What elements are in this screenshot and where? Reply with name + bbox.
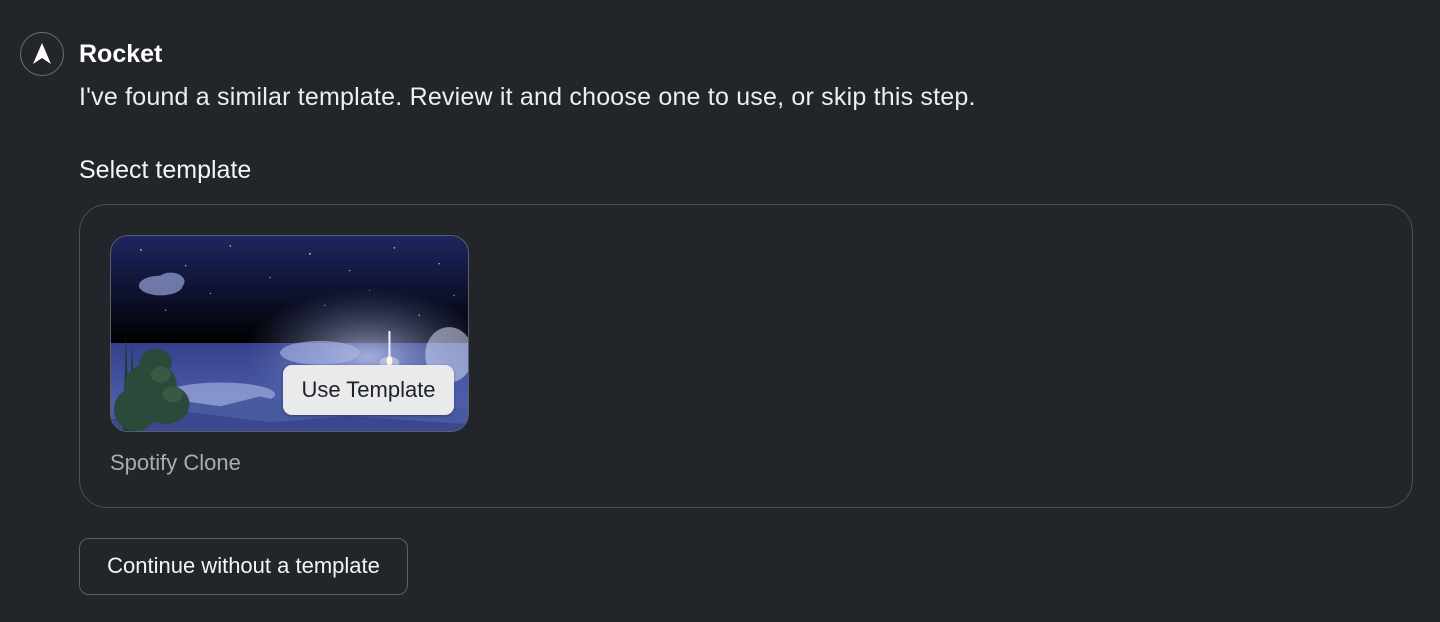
- continue-without-template-button[interactable]: Continue without a template: [79, 538, 408, 595]
- use-template-button[interactable]: Use Template: [283, 365, 454, 415]
- assistant-avatar: [20, 32, 64, 76]
- chat-message: Rocket I've found a similar template. Re…: [0, 0, 1440, 622]
- rocket-logo-icon: [33, 43, 51, 64]
- assistant-name: Rocket: [79, 40, 163, 68]
- select-template-heading: Select template: [79, 156, 252, 184]
- assistant-message: I've found a similar template. Review it…: [79, 83, 976, 111]
- template-list: Use Template Spotify Clone: [79, 204, 1413, 508]
- template-card[interactable]: Use Template: [110, 235, 469, 432]
- template-name: Spotify Clone: [110, 450, 241, 475]
